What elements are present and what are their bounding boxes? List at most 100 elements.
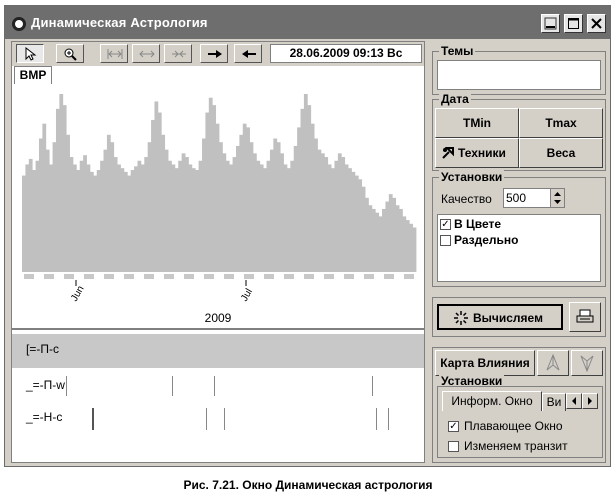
aspect-tick <box>224 408 225 430</box>
day-marker <box>344 274 354 279</box>
chart-bar <box>348 168 352 272</box>
datetime-display: 28.06.2009 09:13 Вс <box>270 44 422 63</box>
tab-bmp[interactable]: BMP <box>14 66 52 84</box>
themes-list[interactable] <box>437 60 601 90</box>
day-marker <box>24 274 34 279</box>
chart-bar <box>219 142 223 272</box>
close-icon <box>591 18 602 29</box>
aspect-row-selected[interactable] <box>12 334 424 368</box>
chart-bar <box>229 164 233 272</box>
day-marker <box>304 274 314 279</box>
day-marker <box>144 274 154 279</box>
chart-bar <box>341 157 346 272</box>
chart-bar <box>354 175 359 272</box>
chart-bar <box>185 157 189 272</box>
chart-bar <box>378 216 383 273</box>
quality-label: Качество <box>441 192 492 206</box>
chart-bar <box>395 205 400 272</box>
chart-bar <box>310 123 315 272</box>
chart-bar <box>66 134 70 272</box>
techniques-label: Техники <box>458 146 506 160</box>
tab-scroll-left-button[interactable] <box>566 393 582 409</box>
spin-buttons[interactable] <box>550 189 564 207</box>
chart-bar <box>252 153 257 272</box>
minimize-button[interactable] <box>541 14 560 33</box>
aspect-tick <box>66 376 67 396</box>
chart-bar <box>337 153 342 272</box>
chart-bar <box>86 164 91 272</box>
chart-bar <box>83 155 87 272</box>
chart-bar <box>89 171 94 273</box>
tab-scroll-right-button[interactable] <box>582 393 598 409</box>
weights-button[interactable]: Веса <box>519 138 603 168</box>
title-bar[interactable]: Динамическая Астрология <box>5 6 610 39</box>
aspects-panel: [=-П-с _=-П-w _=-Н-с <box>12 328 424 462</box>
triangle-up-button[interactable] <box>537 350 569 376</box>
chart-bar <box>235 145 240 272</box>
change-transit-checkbox[interactable] <box>448 441 459 452</box>
compute-button[interactable]: Вычисляем <box>437 304 563 330</box>
techniques-button[interactable]: Техники <box>435 138 519 168</box>
day-marker <box>184 274 194 279</box>
in-color-checkbox[interactable]: ✓ <box>440 219 451 230</box>
chart-area[interactable]: Jun Jul 2009 <box>12 84 424 328</box>
x-axis-label: 2009 <box>205 311 232 325</box>
aspect-down-icon <box>580 355 594 372</box>
expand-range-button[interactable] <box>132 44 160 63</box>
pointer-icon <box>25 47 37 61</box>
chart-bar <box>283 164 288 272</box>
app-window: Динамическая Астрология 28.06.2009 09:13… <box>4 5 611 467</box>
chart-bar <box>290 160 295 272</box>
close-button[interactable] <box>587 14 606 33</box>
floating-window-checkbox[interactable]: ✓ <box>448 421 459 432</box>
triangle-down-button[interactable] <box>571 350 603 376</box>
chart-bar <box>52 142 57 272</box>
aspect-tick <box>376 408 377 430</box>
chart-bar <box>303 94 308 272</box>
print-button[interactable] <box>569 302 601 332</box>
chart-bar <box>202 138 206 272</box>
shrink-range-button[interactable] <box>164 44 192 63</box>
tmax-button[interactable]: Tmax <box>519 108 603 138</box>
chart-bar <box>382 208 386 272</box>
tmin-button[interactable]: TMin <box>435 108 519 138</box>
chart-bar <box>246 127 250 273</box>
in-color-label: В Цвете <box>454 217 502 231</box>
day-marker <box>244 274 254 279</box>
day-marker <box>324 274 334 279</box>
minimize-icon <box>544 17 557 30</box>
step-back-button[interactable] <box>234 44 262 63</box>
chart-bar <box>62 105 67 273</box>
quality-spinbox[interactable]: 500 <box>503 188 565 208</box>
chart-bar <box>249 142 254 272</box>
maximize-button[interactable] <box>564 14 583 33</box>
day-marker <box>204 274 214 279</box>
chart-bar <box>225 160 230 272</box>
chart-bar <box>405 220 410 272</box>
chart-panel: 28.06.2009 09:13 Вс BMP Jun Jul 2009 [=-П-… <box>11 41 425 463</box>
chart-bar <box>147 142 152 272</box>
tab-vi[interactable]: Ви <box>542 393 566 411</box>
pointer-tool-button[interactable] <box>16 44 44 63</box>
tab-info-window[interactable]: Информ. Окно <box>442 391 542 411</box>
separately-checkbox[interactable] <box>440 235 451 246</box>
step-forward-button[interactable] <box>200 44 228 63</box>
chart-bar <box>134 166 138 272</box>
chart-bar <box>140 164 145 272</box>
fit-range-button[interactable] <box>100 44 128 63</box>
chart-bar <box>375 212 380 272</box>
change-transit-label: Изменяем транзит <box>464 439 568 453</box>
chart-bar <box>59 94 64 272</box>
themes-label: Темы <box>439 44 476 58</box>
chart-bar <box>286 168 291 272</box>
chart-bar <box>79 160 84 272</box>
expand-range-icon <box>139 50 155 58</box>
options-list: ✓ В Цвете Раздельно <box>437 214 601 282</box>
bar-chart: Jun Jul 2009 <box>22 94 417 325</box>
influence-map-button[interactable]: Карта Влияния <box>435 350 535 376</box>
chart-bar <box>181 153 186 272</box>
chart-bar <box>161 134 166 272</box>
chart-bar <box>93 175 98 272</box>
chart-bar <box>127 175 132 272</box>
zoom-tool-button[interactable] <box>56 44 84 63</box>
